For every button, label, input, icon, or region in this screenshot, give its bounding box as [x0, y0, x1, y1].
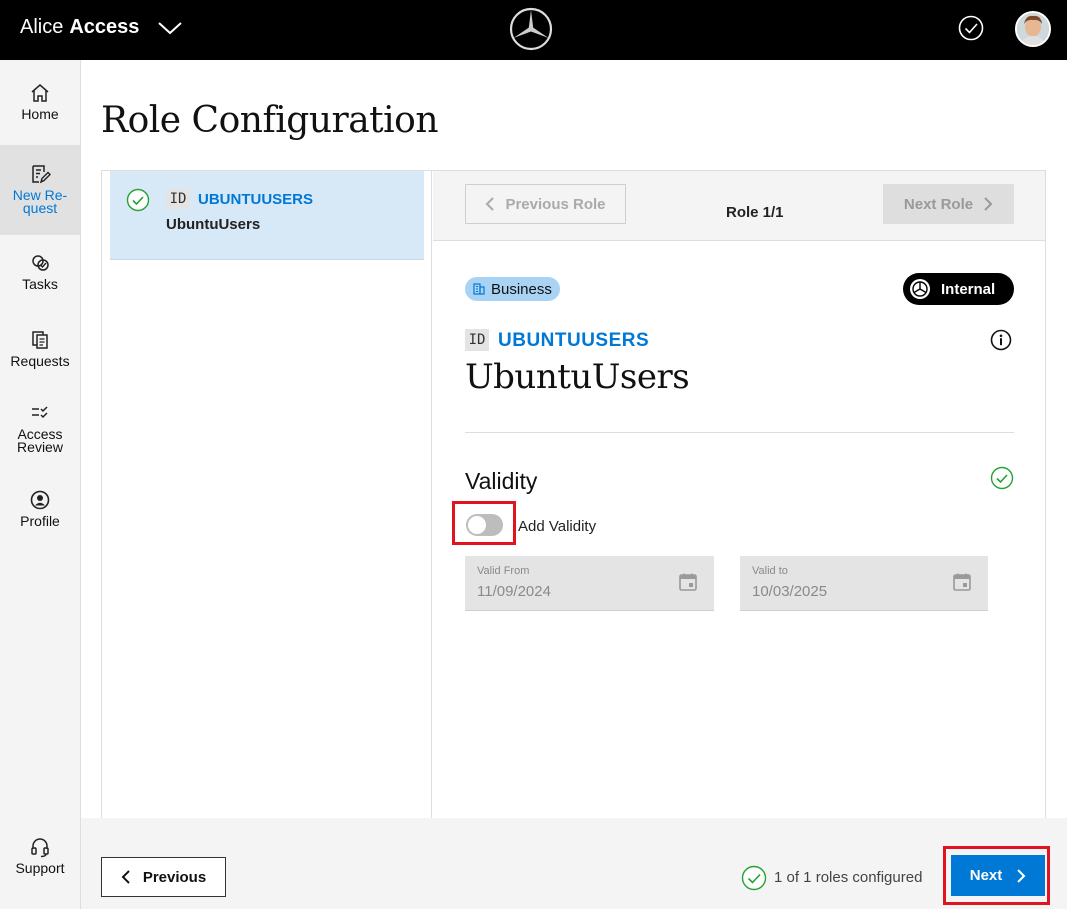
chevron-right-icon	[1017, 868, 1026, 883]
user-avatar[interactable]	[1015, 11, 1051, 47]
check-circle-icon	[741, 865, 767, 891]
previous-button[interactable]: Previous	[101, 857, 226, 897]
add-validity-toggle[interactable]	[466, 514, 503, 536]
internal-badge: Internal	[903, 273, 1014, 305]
role-detail-name: UbuntuUsers	[465, 357, 690, 397]
sidebar-label-requests: Requests	[10, 353, 70, 369]
sidebar: Home New Re- quest Tasks Requests Access…	[0, 60, 81, 909]
role-name: UbuntuUsers	[166, 216, 261, 233]
business-badge-label: Business	[491, 280, 552, 298]
role-count: Role 1/1	[726, 204, 784, 221]
check-circle-icon	[990, 466, 1014, 490]
tasks-icon	[32, 255, 49, 271]
business-badge: Business	[465, 277, 560, 301]
role-list: ID UBUNTUUSERS UbuntuUsers	[102, 171, 432, 819]
app-switcher[interactable]: Alice Access	[20, 16, 183, 39]
roles-configured-status: 1 of 1 roles configured	[774, 869, 923, 886]
valid-to-label: Valid to	[752, 565, 788, 577]
info-icon[interactable]	[990, 329, 1012, 351]
check-circle-icon[interactable]	[958, 15, 984, 41]
home-icon	[31, 84, 49, 102]
valid-to-value: 10/03/2025	[752, 583, 828, 600]
edit-document-icon	[32, 165, 51, 184]
previous-role-button[interactable]: Previous Role	[465, 184, 626, 224]
chevron-left-icon	[121, 870, 130, 884]
mercedes-star-icon	[509, 7, 553, 51]
check-circle-icon	[126, 188, 150, 212]
next-button-label: Next	[969, 867, 1003, 884]
building-icon	[473, 283, 485, 295]
add-validity-label: Add Validity	[518, 518, 597, 535]
next-button[interactable]: Next	[951, 855, 1045, 896]
highlight-frame: Next	[943, 846, 1050, 905]
copy-documents-icon	[32, 331, 48, 349]
checklist-icon	[32, 406, 48, 419]
sidebar-item-access-review[interactable]: Access Review	[0, 402, 80, 462]
headset-icon	[31, 838, 49, 858]
role-navigation: Previous Role Role 1/1 Next Role	[433, 171, 1045, 241]
sidebar-label-tasks: Tasks	[22, 276, 58, 292]
sidebar-item-support[interactable]: Support	[0, 836, 80, 896]
profile-icon	[30, 490, 50, 510]
next-role-button[interactable]: Next Role	[883, 184, 1014, 224]
page-title: Role Configuration	[101, 100, 439, 141]
id-tag: ID	[465, 329, 489, 351]
sidebar-item-tasks[interactable]: Tasks	[0, 252, 80, 312]
calendar-icon[interactable]	[678, 572, 698, 592]
sidebar-label-support: Support	[15, 860, 65, 876]
chevron-right-icon	[984, 197, 993, 211]
role-id: UBUNTUUSERS	[198, 191, 314, 208]
validity-title: Validity	[465, 468, 538, 494]
valid-to-field[interactable]: Valid to 10/03/2025	[740, 556, 988, 611]
valid-from-value: 11/09/2024	[477, 583, 551, 600]
internal-badge-label: Internal	[941, 280, 996, 298]
sidebar-item-home[interactable]: Home	[0, 82, 80, 142]
role-list-item[interactable]: ID UBUNTUUSERS UbuntuUsers	[110, 171, 424, 260]
role-configuration-panel: ID UBUNTUUSERS UbuntuUsers Previous Role…	[101, 170, 1046, 820]
sidebar-label-access-review-2: Review	[17, 439, 63, 455]
calendar-icon[interactable]	[952, 572, 972, 592]
sidebar-label-profile: Profile	[20, 513, 60, 529]
sidebar-label-home: Home	[21, 106, 59, 122]
valid-from-label: Valid From	[477, 565, 530, 577]
avatar-image	[1017, 13, 1049, 45]
app-name-bold: Access	[69, 16, 140, 38]
footer-bar	[81, 818, 1067, 909]
app-name-light: Alice	[20, 16, 64, 38]
role-detail-pane: Previous Role Role 1/1 Next Role Busines…	[433, 171, 1045, 819]
sidebar-label-new-request-2: quest	[22, 200, 58, 216]
chevron-left-icon	[486, 197, 495, 211]
divider	[465, 432, 1014, 433]
id-tag: ID	[166, 189, 190, 209]
toggle-knob	[468, 516, 486, 534]
previous-button-label: Previous	[142, 868, 207, 886]
chevron-down-icon	[158, 21, 183, 34]
highlight-frame	[452, 501, 516, 545]
mercedes-star-icon	[910, 279, 930, 299]
next-role-label: Next Role	[903, 195, 974, 213]
previous-role-label: Previous Role	[505, 195, 606, 213]
sidebar-item-requests[interactable]: Requests	[0, 329, 80, 389]
role-detail-id: UBUNTUUSERS	[498, 330, 650, 351]
valid-from-field[interactable]: Valid From 11/09/2024	[465, 556, 714, 611]
sidebar-item-new-request[interactable]: New Re- quest	[0, 145, 80, 235]
top-bar: Alice Access	[0, 0, 1067, 60]
sidebar-item-profile[interactable]: Profile	[0, 489, 80, 549]
